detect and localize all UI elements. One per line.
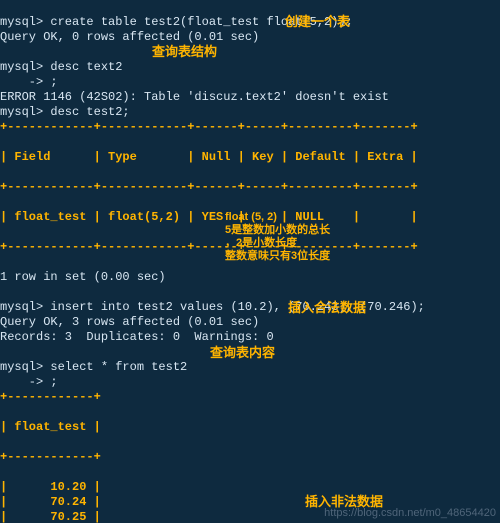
annotation-desc-structure: 查询表结构: [152, 45, 217, 59]
table-border: +------------+------------+------+-----+…: [0, 180, 418, 194]
table-header-row: | float_test |: [0, 420, 101, 434]
table-border: +------------+: [0, 450, 101, 464]
terminal-window[interactable]: mysql> create table test2(float_test flo…: [0, 0, 500, 523]
table-header-row: | Field | Type | Null | Key | Default | …: [0, 150, 418, 164]
terminal-line: Query OK, 3 rows affected (0.01 sec): [0, 315, 259, 329]
terminal-line: 1 row in set (0.00 sec): [0, 270, 166, 284]
terminal-line: ERROR 1146 (42S02): Table 'discuz.text2'…: [0, 90, 389, 104]
watermark-text: https://blog.csdn.net/m0_48654420: [324, 506, 496, 521]
annotation-select-content: 查询表内容: [210, 346, 275, 360]
annotation-float-explain: float (5, 2) 5是整数加小数的总长 ，2是小数长度 整数意味只有3位…: [225, 211, 330, 263]
table-border: +------------+: [0, 390, 101, 404]
terminal-line: mysql> select * from test2: [0, 360, 187, 374]
annotation-insert-valid: 插入合法数据: [288, 301, 366, 315]
terminal-line: mysql> desc text2: [0, 60, 122, 74]
table-row: | 70.24 |: [0, 495, 101, 509]
table-border: +------------+------------+------+-----+…: [0, 240, 418, 254]
terminal-line: -> ;: [0, 375, 58, 389]
table-row: | float_test | float(5,2) | YES | | NULL…: [0, 210, 418, 224]
annotation-create-table: 创建一个表: [285, 15, 350, 29]
table-row: | 10.20 |: [0, 480, 101, 494]
terminal-line: Records: 3 Duplicates: 0 Warnings: 0: [0, 330, 274, 344]
terminal-line: -> ;: [0, 75, 58, 89]
table-border: +------------+------------+------+-----+…: [0, 120, 418, 134]
terminal-line: Query OK, 0 rows affected (0.01 sec): [0, 30, 259, 44]
terminal-line: mysql> desc test2;: [0, 105, 130, 119]
table-row: | 70.25 |: [0, 510, 101, 523]
